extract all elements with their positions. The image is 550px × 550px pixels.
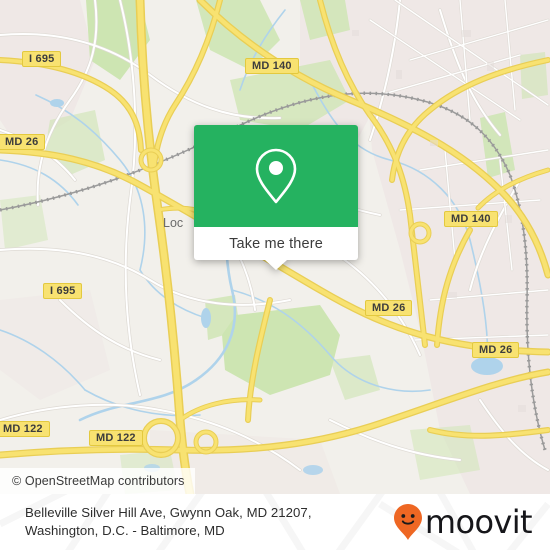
road-shield: I 695 xyxy=(43,283,83,299)
road-shield: MD 26 xyxy=(0,134,46,150)
road-shield: I 695 xyxy=(22,51,62,67)
osm-attribution-label: © OpenStreetMap contributors xyxy=(12,474,185,488)
road-shield-label: I 695 xyxy=(50,285,76,297)
bottom-info-bar: Belleville Silver Hill Ave, Gwynn Oak, M… xyxy=(0,494,550,550)
road-shield: MD 26 xyxy=(472,342,520,358)
road-shield-label: MD 26 xyxy=(372,302,406,314)
moovit-logo[interactable]: moovit xyxy=(393,503,550,541)
popup-pointer-tail xyxy=(265,260,287,270)
moovit-smiley-pin-icon xyxy=(393,504,422,540)
road-shield-label: I 695 xyxy=(29,53,55,65)
map-place-label: Loc xyxy=(163,216,184,230)
moovit-wordmark: moovit xyxy=(424,503,533,541)
road-shield-label: MD 26 xyxy=(5,136,39,148)
road-shield-label: MD 122 xyxy=(3,423,43,435)
address-line-2: Washington, D.C. - Baltimore, MD xyxy=(25,523,225,538)
road-shield-label: MD 140 xyxy=(451,213,491,225)
take-me-there-button[interactable]: Take me there xyxy=(194,227,358,260)
osm-attribution[interactable]: © OpenStreetMap contributors xyxy=(0,468,195,494)
road-shield-label: MD 122 xyxy=(96,432,136,444)
road-shield: MD 122 xyxy=(89,430,143,446)
map-pin-icon xyxy=(255,148,297,204)
road-shield: MD 122 xyxy=(0,421,50,437)
address-line-1: Belleville Silver Hill Ave, Gwynn Oak, M… xyxy=(25,504,312,520)
road-shield: MD 140 xyxy=(444,211,498,227)
destination-popup-card[interactable]: Take me there xyxy=(194,125,358,270)
road-shield: MD 140 xyxy=(245,58,299,74)
road-shield: MD 26 xyxy=(365,300,413,316)
take-me-there-label: Take me there xyxy=(229,235,323,252)
road-shield-label: MD 26 xyxy=(479,344,513,356)
address-text: Belleville Silver Hill Ave, Gwynn Oak, M… xyxy=(0,504,312,541)
road-shield-label: MD 140 xyxy=(252,60,292,72)
popup-header xyxy=(194,125,358,227)
moovit-map-screenshot: .land { fill:#F2F0EB; } .resi { fill:#EF… xyxy=(0,0,550,550)
